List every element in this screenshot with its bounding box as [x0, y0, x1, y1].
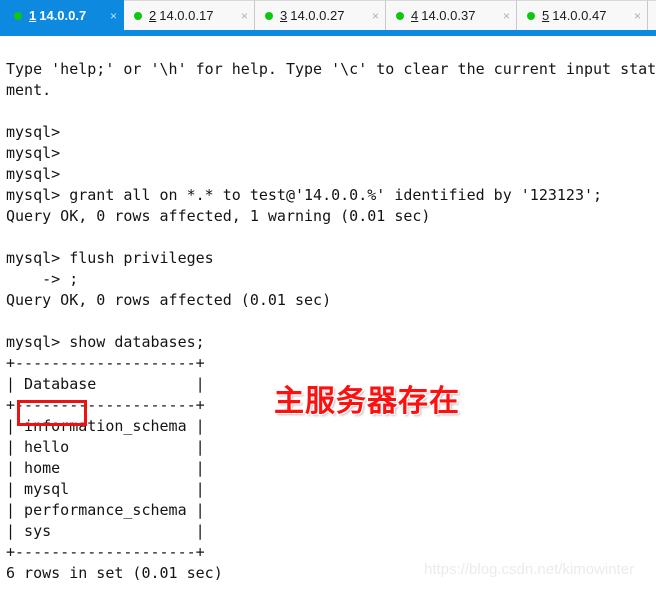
close-icon[interactable]: × [624, 10, 641, 22]
tab-number: 2 [149, 8, 157, 23]
terminal-line: Type 'help;' or '\h' for help. Type '\c'… [6, 60, 656, 78]
close-icon[interactable]: × [231, 10, 248, 22]
terminal-line: mysql> [6, 123, 61, 141]
terminal-line: Query OK, 0 rows affected (0.01 sec) [6, 291, 332, 309]
terminal-line: mysql> [6, 165, 61, 183]
terminal-text: Type 'help;' or '\h' for help. Type '\c'… [6, 59, 656, 591]
tab-label: 14.0.0.17 [159, 8, 214, 23]
tab-overflow-partial[interactable] [648, 0, 656, 30]
terminal-line: +--------------------+ [6, 543, 205, 561]
terminal-line: mysql> [6, 144, 61, 162]
terminal-line: mysql> grant all on *.* to test@'14.0.0.… [6, 186, 603, 204]
tab-label: 14.0.0.27 [290, 8, 345, 23]
close-icon[interactable]: × [493, 10, 510, 22]
watermark: https://blog.csdn.net/kimowinter [424, 561, 635, 578]
tab-1[interactable]: 1 14.0.0.7 × [0, 0, 124, 30]
terminal-line: Query OK, 0 rows affected, 1 warning (0.… [6, 207, 431, 225]
tab-4[interactable]: 4 14.0.0.37 × [386, 0, 517, 30]
terminal-line: +--------------------+ [6, 354, 205, 372]
connection-status-dot-icon [14, 11, 22, 20]
tab-number: 4 [411, 8, 419, 23]
terminal-line: ment. [6, 81, 52, 99]
tab-5[interactable]: 5 14.0.0.47 × [517, 0, 648, 30]
tab-2[interactable]: 2 14.0.0.17 × [124, 0, 255, 30]
connection-status-dot-icon [396, 11, 404, 20]
connection-status-dot-icon [265, 11, 273, 20]
terminal-line: | sys | [6, 522, 205, 540]
terminal-output-pane[interactable]: Type 'help;' or '\h' for help. Type '\c'… [0, 36, 656, 591]
terminal-line: mysql> flush privileges [6, 249, 214, 267]
tab-number: 5 [542, 8, 550, 23]
terminal-line: | mysql | [6, 480, 205, 498]
terminal-tab-bar: 1 14.0.0.7 × 2 14.0.0.17 × 3 14.0.0.27 ×… [0, 0, 656, 36]
tab-3[interactable]: 3 14.0.0.27 × [255, 0, 386, 30]
tab-label: 14.0.0.37 [421, 8, 476, 23]
terminal-line: -> ; [6, 270, 79, 288]
terminal-line: | home | [6, 459, 205, 477]
terminal-line: mysql> show databases; [6, 333, 205, 351]
tab-number: 3 [280, 8, 288, 23]
terminal-line: | performance_schema | [6, 501, 205, 519]
callout-text: 主服务器存在 [274, 384, 460, 419]
tab-number: 1 [29, 8, 37, 23]
connection-status-dot-icon [134, 11, 142, 20]
close-icon[interactable]: × [100, 10, 117, 22]
connection-status-dot-icon [527, 11, 535, 20]
tab-label: 14.0.0.7 [39, 8, 87, 23]
close-icon[interactable]: × [362, 10, 379, 22]
terminal-line: | hello | [6, 438, 205, 456]
tab-label: 14.0.0.47 [552, 8, 607, 23]
